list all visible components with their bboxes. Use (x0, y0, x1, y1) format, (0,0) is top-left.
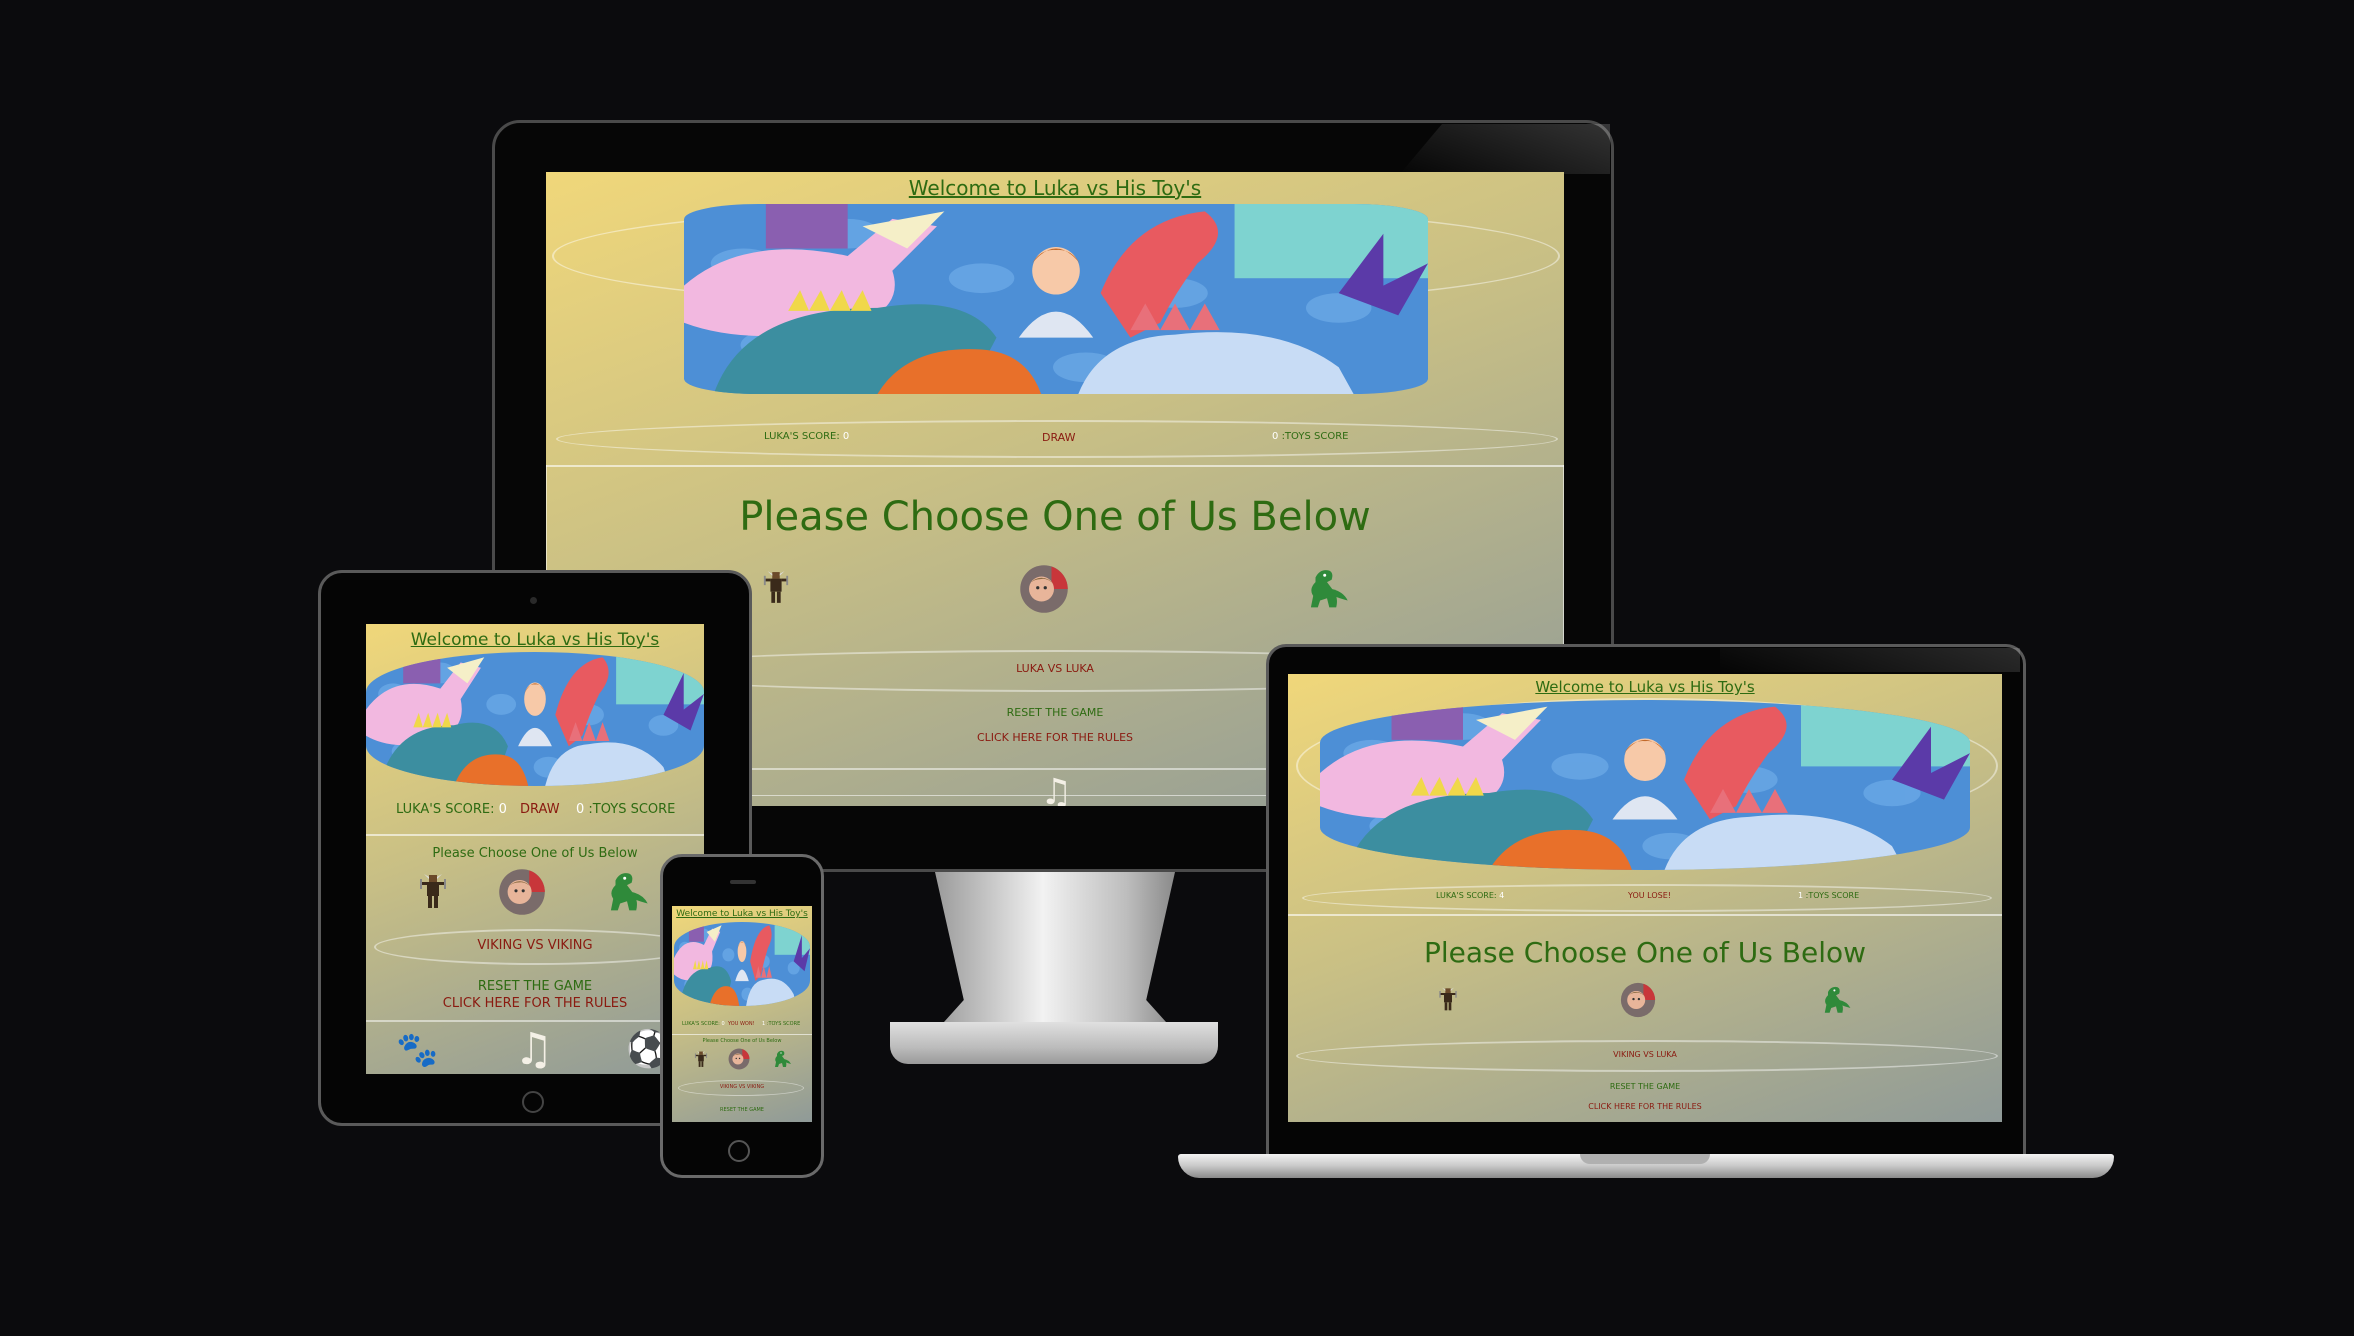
luka-choice-icon[interactable] (1620, 982, 1656, 1018)
toys-score-label: 1 :TOYS SCORE (762, 1021, 801, 1027)
toys-score-label: 1 :TOYS SCORE (1798, 891, 1860, 900)
choose-heading: Please Choose One of Us Below (702, 1038, 782, 1044)
music-note-icon[interactable]: ♫ (514, 1024, 553, 1074)
page-title[interactable]: Welcome to Luka vs His Toy's (672, 909, 812, 919)
toys-score-value: 0 (1272, 431, 1279, 442)
page-title[interactable]: Welcome to Luka vs His Toy's (546, 176, 1564, 200)
section-divider (672, 1034, 812, 1035)
page-title[interactable]: Welcome to Luka vs His Toy's (366, 630, 704, 650)
music-note-icon[interactable]: ♫ (1040, 772, 1072, 806)
lukas-score-label: LUKA'S SCORE: 4 (1436, 891, 1505, 900)
lukas-score-label: LUKA'S SCORE: 0 (764, 431, 850, 442)
tablet-screen: Welcome to Luka vs His Toy's LUKA'S SCOR… (366, 624, 704, 1074)
lukas-score-value: 0 (842, 431, 850, 442)
hero-banner-image (1320, 700, 1970, 870)
dino-choice-icon[interactable] (1304, 564, 1350, 614)
result-text: YOU LOSE! (1628, 891, 1671, 900)
rules-link[interactable]: CLICK HERE FOR THE RULES (1288, 1102, 2002, 1111)
phone-speaker (730, 880, 756, 884)
laptop-notch (1580, 1154, 1710, 1164)
toys-score-value: 0 (576, 802, 585, 817)
section-divider (366, 834, 704, 836)
lukas-score-value: 0 (721, 1021, 725, 1027)
result-text: YOU WON! (728, 1021, 755, 1027)
desktop-stand (935, 872, 1175, 1032)
laptop-gloss (1720, 648, 2020, 672)
lukas-score-label: LUKA'S SCORE: 0 (396, 802, 507, 817)
tablet-home-button[interactable] (522, 1091, 544, 1113)
luka-choice-icon[interactable] (728, 1048, 750, 1070)
dino-choice-icon[interactable] (772, 1048, 792, 1070)
matchup-text: VIKING VS LUKA (1613, 1050, 1677, 1059)
toys-score-value: 1 (1798, 891, 1804, 900)
phone-home-button[interactable] (728, 1140, 750, 1162)
luka-choice-icon[interactable] (1018, 564, 1070, 614)
section-divider (1288, 914, 2002, 916)
lukas-score-value: 0 (498, 802, 507, 817)
reset-game-button[interactable]: RESET THE GAME (672, 1107, 812, 1113)
viking-choice-icon[interactable] (418, 868, 448, 914)
viking-choice-icon[interactable] (694, 1048, 708, 1070)
page-title[interactable]: Welcome to Luka vs His Toy's (1288, 678, 2002, 696)
lukas-score-value: 4 (1499, 891, 1505, 900)
choose-heading: Please Choose One of Us Below (1423, 936, 1867, 969)
luka-choice-icon[interactable] (498, 868, 546, 916)
paw-icon[interactable]: 🐾 (396, 1030, 438, 1070)
result-text: DRAW (520, 802, 560, 817)
laptop-screen: Welcome to Luka vs His Toy's LUKA'S SCOR… (1288, 674, 2002, 1122)
rules-link[interactable]: CLICK HERE FOR THE RULES (366, 996, 704, 1011)
choose-heading: Please Choose One of Us Below (739, 494, 1371, 540)
toys-score-value: 1 (762, 1021, 766, 1027)
phone-screen: Welcome to Luka vs His Toy's LUKA'S SCOR… (672, 906, 812, 1122)
toys-score-label: 0 :TOYS SCORE (576, 802, 676, 817)
choose-heading: Please Choose One of Us Below (432, 846, 638, 861)
matchup-text: VIKING VS VIKING (719, 1084, 765, 1090)
tablet-camera (530, 597, 537, 604)
hero-banner-image (684, 204, 1428, 394)
toys-score-label: 0 :TOYS SCORE (1272, 431, 1349, 442)
dino-choice-icon[interactable] (604, 868, 650, 916)
matchup-text: VIKING VS VIKING (477, 938, 593, 953)
desktop-stand-base (890, 1022, 1218, 1064)
lukas-score-label: LUKA'S SCORE: 0 (682, 1021, 725, 1027)
viking-choice-icon[interactable] (1438, 984, 1458, 1014)
dino-choice-icon[interactable] (1820, 982, 1852, 1018)
hero-banner-image (366, 652, 704, 786)
viking-choice-icon[interactable] (762, 566, 790, 608)
reset-game-button[interactable]: RESET THE GAME (1288, 1082, 2002, 1091)
footer-divider (366, 1020, 704, 1022)
result-text: DRAW (1042, 431, 1076, 444)
hero-banner-image (674, 922, 810, 1006)
reset-game-button[interactable]: RESET THE GAME (366, 979, 704, 994)
